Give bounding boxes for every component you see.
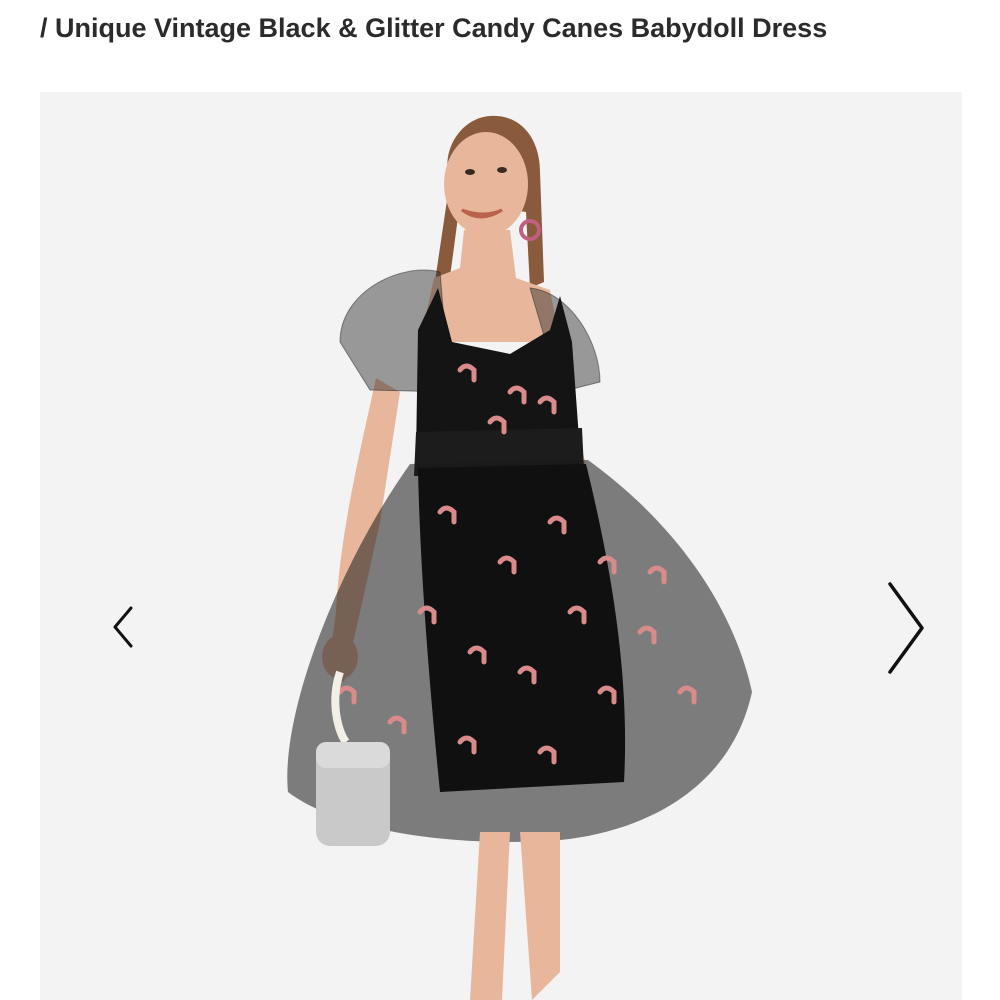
- chevron-right-icon: [888, 582, 924, 674]
- previous-image-button[interactable]: [106, 602, 142, 652]
- product-image-gallery: [40, 92, 962, 1000]
- next-image-button[interactable]: [876, 576, 936, 680]
- product-page: / Unique Vintage Black & Glitter Candy C…: [0, 0, 1000, 1000]
- chevron-left-icon: [113, 606, 133, 648]
- breadcrumb-product-title: / Unique Vintage Black & Glitter Candy C…: [40, 13, 828, 43]
- product-photo: [40, 92, 962, 1000]
